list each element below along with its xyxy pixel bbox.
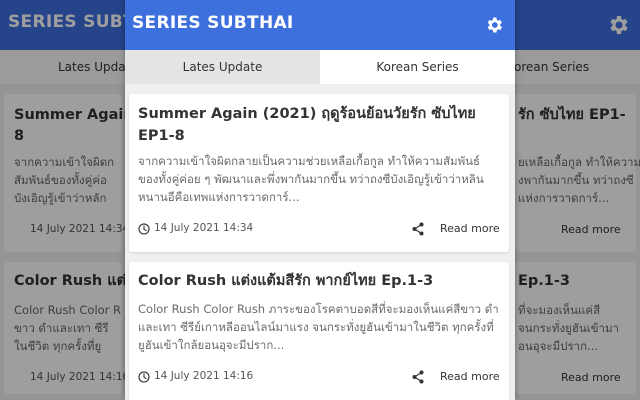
post-date: 14 July 2021 14:34 bbox=[154, 222, 254, 234]
post-card[interactable]: Color Rush แต่งแต้มสีรัก พากย์ไทย Ep.1-3… bbox=[129, 262, 509, 400]
post-title[interactable]: Color Rush แต่งแต้มสีรัก พากย์ไทย Ep.1-3 bbox=[138, 270, 504, 292]
post-meta: 14 July 2021 14:34 Read more bbox=[138, 221, 500, 239]
post-excerpt: Color Rush Color Rush ภาระของโรคตาบอดสีท… bbox=[138, 302, 499, 352]
share-icon[interactable] bbox=[410, 221, 426, 237]
settings-button[interactable] bbox=[481, 12, 507, 38]
read-more-link[interactable]: Read more bbox=[440, 222, 500, 235]
gear-icon bbox=[487, 17, 502, 33]
tab-korean-series[interactable]: Korean Series bbox=[320, 50, 515, 84]
post-list: Summer Again (2021) ฤดูร้อนย้อนวัยรัก ซั… bbox=[125, 84, 515, 400]
post-meta: 14 July 2021 14:16 Read more bbox=[138, 369, 500, 387]
tab-latest-update[interactable]: Lates Update bbox=[125, 50, 320, 84]
post-title[interactable]: Summer Again (2021) ฤดูร้อนย้อนวัยรัก ซั… bbox=[138, 103, 504, 147]
clock-icon bbox=[138, 223, 150, 235]
app-title: SERIES SUBTHAI bbox=[132, 13, 294, 33]
post-excerpt: จากความเข้าใจผิดกลายเป็นความช่วยเหลือเกื… bbox=[138, 154, 484, 204]
extension-popup: SERIES SUBTHAI Lates Update Korean Serie… bbox=[125, 0, 515, 400]
clock-icon bbox=[138, 371, 150, 383]
share-icon[interactable] bbox=[410, 369, 426, 385]
app-header: SERIES SUBTHAI bbox=[125, 0, 515, 50]
tab-bar: Lates Update Korean Series bbox=[125, 50, 515, 84]
read-more-link[interactable]: Read more bbox=[440, 370, 500, 383]
post-card[interactable]: Summer Again (2021) ฤดูร้อนย้อนวัยรัก ซั… bbox=[129, 94, 509, 252]
post-date: 14 July 2021 14:16 bbox=[154, 370, 254, 382]
